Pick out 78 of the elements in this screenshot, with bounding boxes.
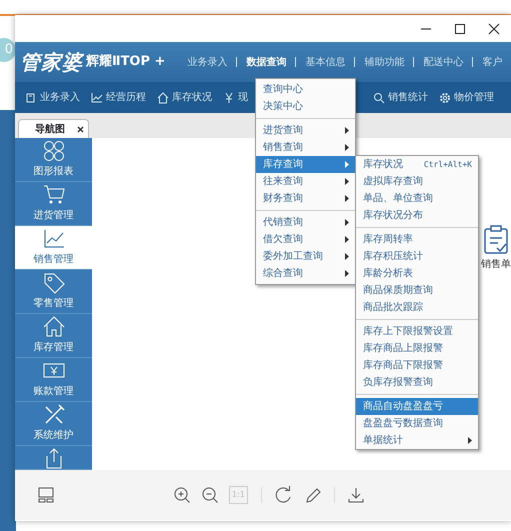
menu-item[interactable]: 财务查询 [256,190,355,207]
trend-icon [42,228,64,250]
menu-item[interactable]: 业务录入 [187,54,228,70]
thumbnails-icon [37,486,55,504]
menu-item[interactable]: 辅助功能 [364,54,404,70]
sidebar-item[interactable]: 销售管理 [15,226,92,270]
menu-item[interactable]: 决策中心 [256,98,355,115]
download-button[interactable] [346,486,365,504]
menu-item[interactable]: 商品批次跟踪 [356,299,478,316]
menu-item[interactable]: 配送中心 [423,54,464,70]
menu-item[interactable]: 查询中心 [256,81,355,98]
menu-item[interactable]: 商品自动盘盈盘亏 [356,398,478,415]
toolbar-button[interactable]: 现 [223,90,248,105]
download-icon [346,486,365,504]
menu-item[interactable]: 销售查询 [256,139,355,156]
menu-item[interactable]: 库存商品下限报警 [356,357,478,374]
sidebar-item[interactable] [15,446,92,470]
entry-icon [25,92,37,104]
toolbar-button[interactable]: 经营历程 [91,90,146,105]
maximize-icon [454,22,466,34]
menu-item[interactable]: 委外加工查询 [256,248,355,265]
zoom-in-icon [173,486,191,504]
menu-item[interactable]: 借欠查询 [256,231,355,248]
thumbnails-button[interactable] [37,486,55,504]
close-icon[interactable] [77,126,84,132]
home-icon [157,92,169,104]
menu-item[interactable]: 库存状况分布 [356,207,478,224]
menu-item[interactable]: 基本信息 [305,54,346,70]
count-badge: 0 [0,38,16,62]
menu-item[interactable]: 虚拟库存查询 [356,173,478,190]
house-icon [42,316,64,338]
menu-item[interactable]: 库存商品上限报警 [356,340,478,357]
menu-item[interactable]: 数据查询 [246,54,286,70]
toolbar-button[interactable]: 库存状况 [157,90,212,105]
rotate-button[interactable] [274,486,292,504]
tab[interactable]: 导航图 [18,119,89,138]
menu-item[interactable]: 单据统计 [356,432,478,449]
tools-icon [42,404,64,426]
menu-item[interactable]: 客户 [482,54,502,70]
zoom-in-button[interactable] [173,486,191,504]
menu-item[interactable]: 库存周转率 [356,231,478,248]
tag-icon [42,272,64,294]
zoom-out-icon [201,486,219,504]
shortcut-text: Ctrl+Alt+K [424,158,472,170]
search-icon [373,92,385,104]
menu-item[interactable]: 进货查询 [256,122,355,139]
menu-item[interactable]: 库存上下限报警设置 [356,323,478,340]
shortcut-label[interactable]: 销售单 [481,257,511,272]
toolbar-button[interactable]: 销售统计 [373,90,428,105]
menu-item[interactable]: 往来查询 [256,173,355,190]
menu-item[interactable]: 盘盈盘亏数据查询 [356,415,478,432]
toolbar-button[interactable]: 物价管理 [439,90,494,105]
chart-icon [91,92,103,104]
sidebar-item[interactable]: 库存管理 [15,314,92,358]
menu-item[interactable]: 商品保质期查询 [356,282,478,299]
menu-item[interactable]: 单品、单位查询 [356,190,478,207]
edit-icon [304,486,322,504]
sidebar-item[interactable]: 系统维护 [15,402,92,446]
yen-icon [223,92,235,104]
menu-item[interactable]: 负库存报警查询 [356,374,478,391]
menu-item[interactable]: 库龄分析表 [356,265,478,282]
sidebar-item[interactable]: 图形报表 [15,138,92,182]
menu-item[interactable]: 库存查询 [256,156,355,173]
clover-icon [42,140,64,162]
close-icon [488,22,500,34]
menu-item[interactable]: 综合查询 [256,265,355,282]
logo-text: 管家婆 [20,49,83,76]
menu-item[interactable]: 库存积压统计 [356,248,478,265]
settings-icon [439,92,451,104]
rotate-icon [274,486,292,504]
menu-item[interactable]: 库存状况 Ctrl+Alt+K [356,156,478,173]
edit-button[interactable] [304,486,322,504]
cart-icon [42,184,64,206]
zoom-out-button[interactable] [201,486,219,504]
toolbar-button[interactable]: 业务录入 [25,90,80,105]
clipboard-icon[interactable] [482,225,510,255]
menu-item[interactable]: 代销查询 [256,214,355,231]
edition-text: 辉耀ⅡTOP + [86,53,166,72]
